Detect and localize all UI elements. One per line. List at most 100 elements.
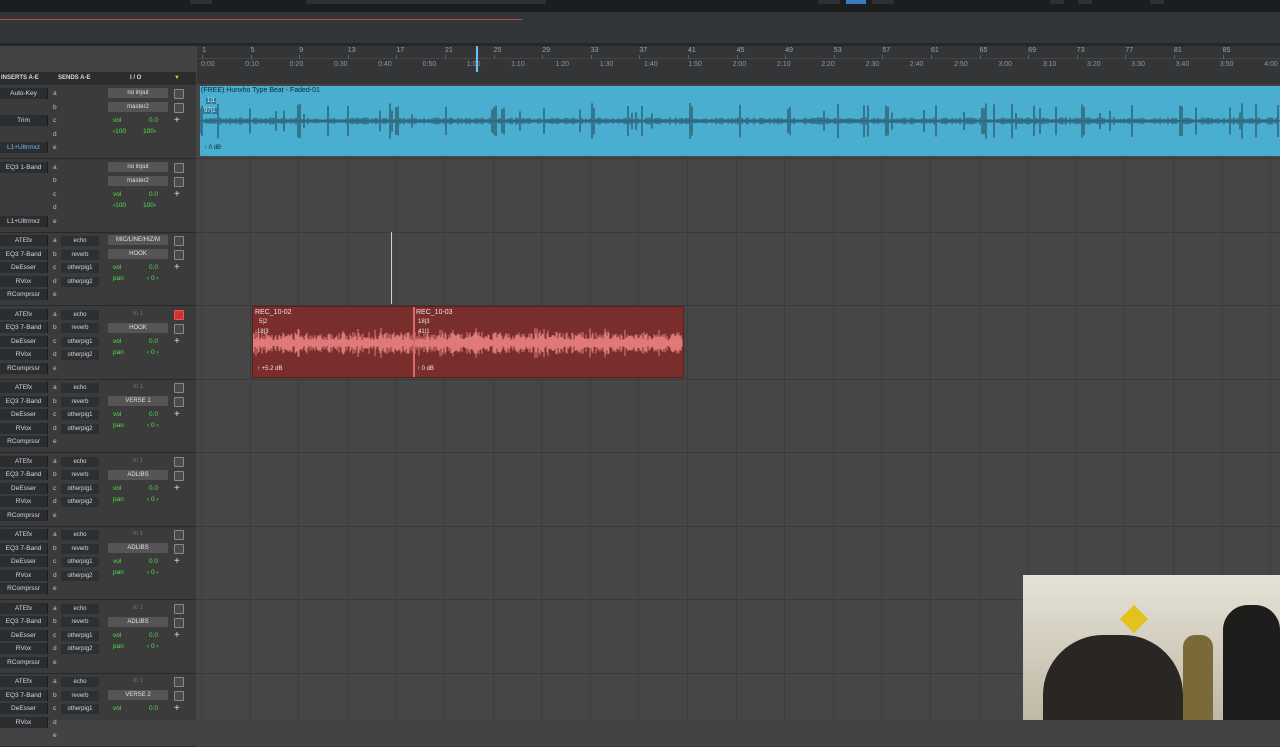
send-slot[interactable]: echo — [61, 383, 99, 393]
insert-slot[interactable]: ATEfx — [0, 308, 48, 320]
send-slot[interactable]: otherpig1 — [61, 557, 99, 567]
output-selector[interactable]: VERSE 1 — [108, 396, 168, 406]
transport-button[interactable] — [818, 0, 840, 4]
insert-slot[interactable]: EQ3 7-Band — [0, 469, 48, 480]
input-selector[interactable]: In 1 — [108, 676, 168, 686]
input-selector[interactable]: no input — [108, 161, 168, 172]
insert-slot[interactable]: Trim — [0, 115, 48, 126]
insert-slot[interactable]: RComprssr — [0, 289, 48, 300]
add-icon[interactable]: + — [174, 263, 180, 273]
insert-slot[interactable]: DeEsser — [0, 556, 48, 567]
insert-slot[interactable]: ATEfx — [0, 455, 48, 467]
track-button[interactable] — [174, 397, 184, 407]
insert-slot[interactable]: ATEfx — [0, 382, 48, 393]
insert-slot[interactable]: Auto-Key — [0, 88, 48, 99]
track-button[interactable] — [174, 617, 184, 628]
insert-slot[interactable]: DeEsser — [0, 703, 48, 714]
insert-slot[interactable]: EQ3 7-Band — [0, 395, 48, 407]
insert-slot[interactable]: ATEfx — [0, 235, 48, 246]
send-slot[interactable]: reverb — [61, 690, 99, 701]
add-icon[interactable]: + — [174, 630, 180, 641]
volume-pan-display[interactable]: vol 0.0 pan ‹ 0 › — [111, 264, 164, 286]
vocal-clips[interactable]: REC_10-02 5|2 18|3 ↑ +5.2 dB REC_10-03 1… — [252, 306, 684, 378]
send-slot[interactable]: otherpig1 — [61, 336, 99, 347]
insert-slot[interactable]: RVox — [0, 569, 48, 581]
insert-slot[interactable]: EQ3 7-Band — [0, 542, 48, 554]
output-selector[interactable]: master2 — [108, 102, 168, 112]
insert-slot[interactable]: DeEsser — [0, 409, 48, 420]
send-slot[interactable]: otherpig1 — [61, 410, 99, 420]
insert-slot[interactable]: RVox — [0, 643, 48, 654]
insert-slot[interactable]: RVox — [0, 496, 48, 507]
output-selector[interactable]: ADLIBS — [108, 469, 168, 480]
volume-pan-display[interactable]: vol 0.0 pan ‹ 0 › — [111, 485, 164, 507]
insert-slot[interactable]: DeEsser — [0, 482, 48, 494]
send-slot[interactable]: reverb — [61, 543, 99, 554]
send-slot[interactable]: echo — [61, 603, 99, 614]
playhead[interactable] — [476, 46, 478, 72]
track-button[interactable] — [174, 162, 184, 173]
transport-button[interactable] — [872, 0, 894, 4]
input-selector[interactable]: In 1 — [108, 529, 168, 539]
record-enable-button[interactable] — [174, 309, 184, 320]
send-slot[interactable]: reverb — [61, 396, 99, 407]
insert-slot[interactable]: RComprssr — [0, 656, 48, 668]
output-selector[interactable]: HOOK — [108, 249, 168, 259]
insert-slot[interactable]: EQ3 7-Band — [0, 689, 48, 701]
volume-pan-display[interactable]: vol 0.0 ‹100 100› — [111, 117, 164, 139]
insert-slot[interactable]: DeEsser — [0, 262, 48, 273]
transport-button[interactable] — [1150, 0, 1164, 4]
output-selector[interactable]: master2 — [108, 175, 168, 186]
insert-slot[interactable]: RComprssr — [0, 509, 48, 521]
track-button[interactable] — [174, 89, 184, 99]
transport-button[interactable] — [1078, 0, 1092, 4]
insert-slot[interactable]: RComprssr — [0, 436, 48, 447]
output-selector[interactable]: VERSE 2 — [108, 690, 168, 700]
volume-pan-display[interactable]: vol 0.0 pan ‹ 0 › — [111, 411, 164, 433]
add-icon[interactable]: + — [174, 116, 180, 126]
volume-pan-display[interactable]: vol 0.0 pan ‹ 0 › — [111, 632, 164, 654]
transport-button[interactable] — [190, 0, 212, 4]
track-button[interactable] — [174, 691, 184, 701]
send-slot[interactable]: reverb — [61, 323, 99, 333]
track-button[interactable] — [174, 176, 184, 187]
add-icon[interactable]: + — [174, 704, 180, 714]
track-button[interactable] — [174, 470, 184, 481]
insert-slot[interactable]: ATEfx — [0, 529, 48, 540]
send-slot[interactable]: reverb — [61, 617, 99, 627]
insert-slot[interactable]: EQ3 7-Band — [0, 616, 48, 627]
insert-slot[interactable]: DeEsser — [0, 335, 48, 347]
input-selector[interactable]: In 1 — [108, 382, 168, 392]
send-slot[interactable]: reverb — [61, 249, 99, 260]
send-slot[interactable]: reverb — [61, 470, 99, 480]
output-selector[interactable]: ADLIBS — [108, 616, 168, 627]
insert-slot[interactable]: RComprssr — [0, 362, 48, 374]
insert-slot[interactable]: EQ3 7-Band — [0, 248, 48, 260]
insert-slot[interactable]: RVox — [0, 275, 48, 287]
input-selector[interactable]: no input — [108, 88, 168, 98]
insert-slot[interactable]: EQ3 1-Band — [0, 161, 48, 173]
volume-pan-display[interactable]: vol 0.0 — [111, 705, 164, 727]
timeline-ruler[interactable]: 1 5 9 13 17 21 25 29 33 37 41 45 49 53 57 61 65 69 73 77 81 8… — [197, 46, 1280, 84]
track-button[interactable] — [174, 103, 184, 113]
send-slot[interactable]: otherpig2 — [61, 644, 99, 654]
track-button[interactable] — [174, 323, 184, 334]
send-slot[interactable]: echo — [61, 456, 99, 467]
insert-slot[interactable]: ATEfx — [0, 602, 48, 614]
send-slot[interactable]: echo — [61, 309, 99, 320]
send-slot[interactable]: otherpig1 — [61, 704, 99, 714]
track-button[interactable] — [174, 677, 184, 687]
track-button[interactable] — [174, 530, 184, 540]
send-slot[interactable]: otherpig2 — [61, 497, 99, 507]
send-slot[interactable]: echo — [61, 677, 99, 687]
input-selector[interactable]: In 1 — [108, 602, 168, 613]
insert-slot[interactable]: L1+Ultrmxz — [0, 215, 48, 227]
send-slot[interactable]: otherpig2 — [61, 423, 99, 434]
volume-pan-display[interactable]: vol 0.0 pan ‹ 0 › — [111, 558, 164, 580]
send-slot[interactable]: otherpig2 — [61, 350, 99, 360]
insert-slot[interactable]: L1+Ultrmxz — [0, 142, 48, 153]
volume-pan-display[interactable]: vol 0.0 pan ‹ 0 › — [111, 338, 164, 360]
track-button[interactable] — [174, 383, 184, 393]
insert-slot[interactable]: RVox — [0, 349, 48, 360]
send-slot[interactable]: otherpig2 — [61, 570, 99, 581]
